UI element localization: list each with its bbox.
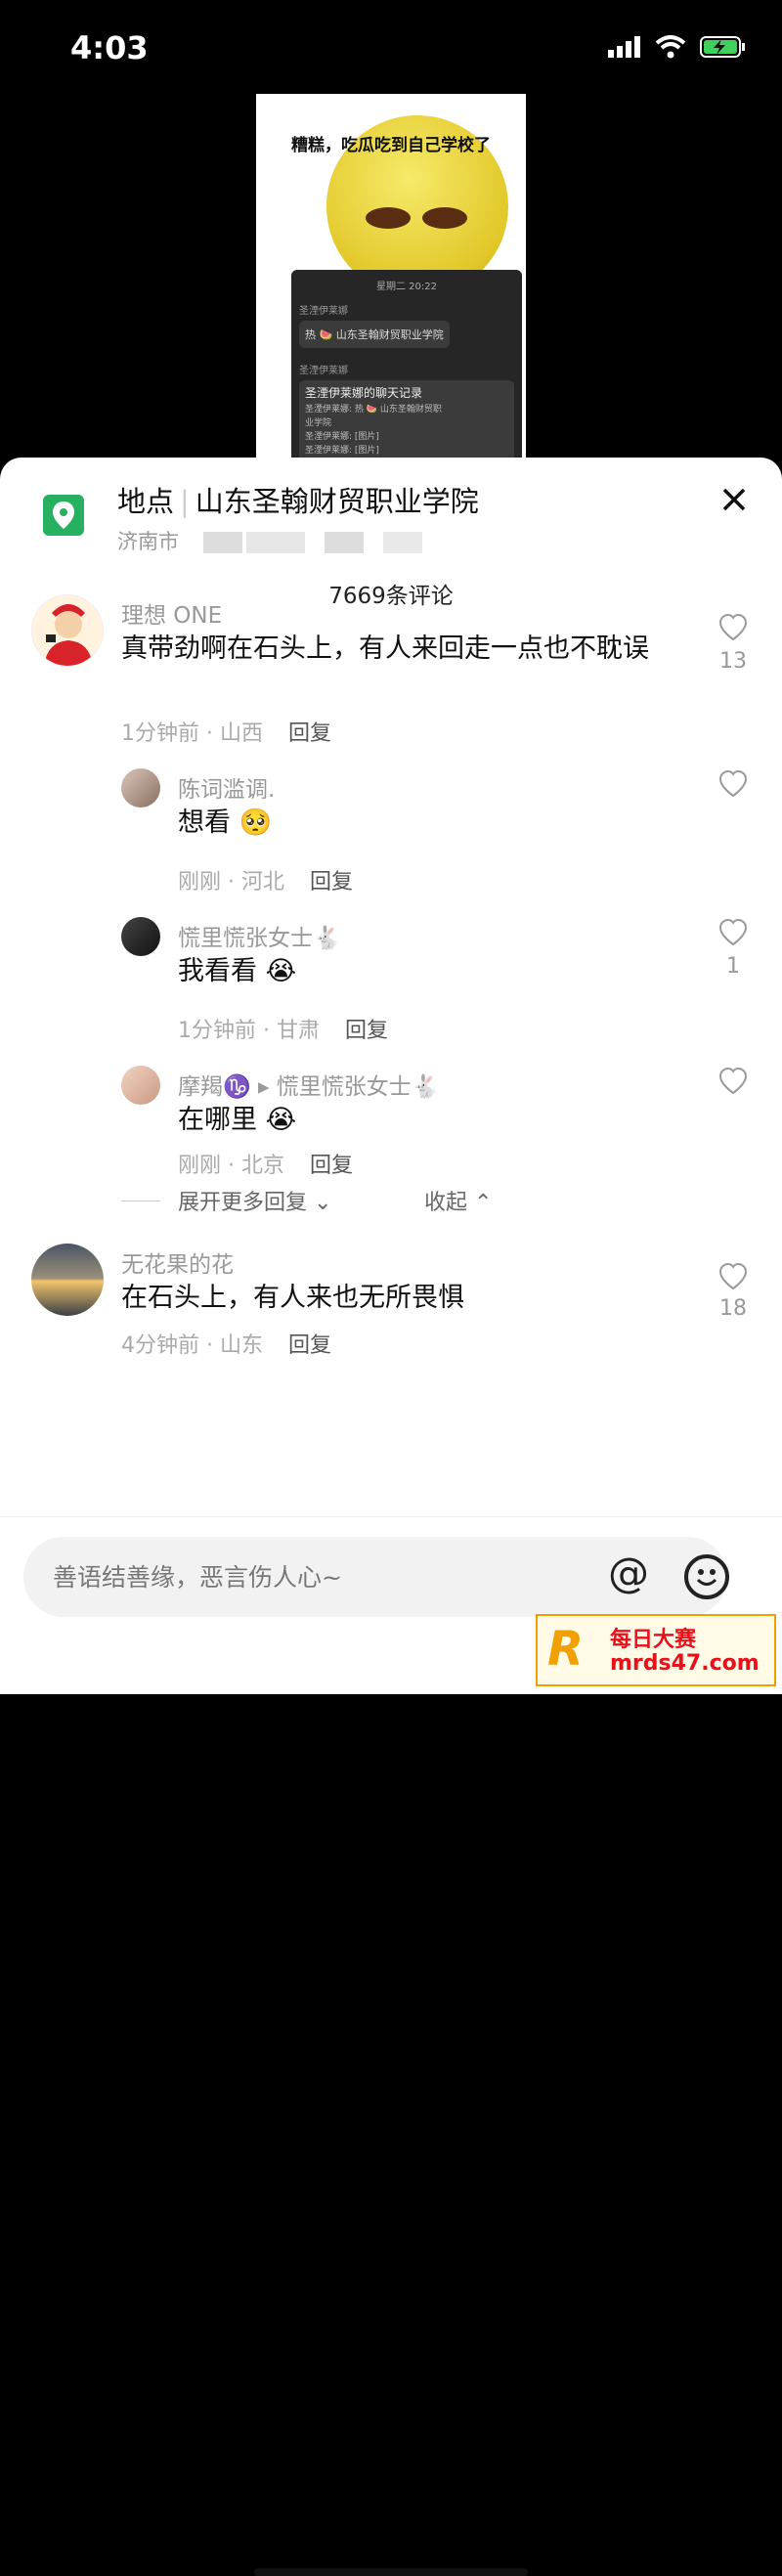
reply-button[interactable]: 回复 xyxy=(310,1154,353,1178)
avatar[interactable] xyxy=(121,917,160,956)
comment-username[interactable]: 慌里慌张女士🐇 xyxy=(178,919,341,952)
blurred-address xyxy=(202,532,242,553)
comment-input[interactable]: 善语结善缘，恶言伤人心~ @ xyxy=(23,1537,729,1617)
status-icons xyxy=(608,35,747,59)
comment-meta: 4分钟前 · 山东 回复 xyxy=(121,1328,331,1359)
comment-time: 刚刚 · 河北 xyxy=(178,870,284,895)
reply-button[interactable]: 回复 xyxy=(288,721,331,746)
location-city: 济南市 xyxy=(117,530,179,553)
location-name: 山东圣翰财贸职业学院 xyxy=(195,485,479,518)
battery-charging-icon xyxy=(700,36,745,58)
like-count: 13 xyxy=(719,649,747,674)
comment-time: 1分钟前 · 山西 xyxy=(121,721,263,746)
mention-at-icon[interactable]: @ xyxy=(608,1549,649,1596)
watermark-url: mrds47.com xyxy=(610,1651,760,1676)
wifi-icon xyxy=(655,35,686,59)
video-preview[interactable]: 糟糕，吃瓜吃到自己学校了 星期二 20:22 圣湮伊莱娜 热 🍉 山东圣翰财贸职… xyxy=(256,94,526,461)
chat-record-title: 圣湮伊莱娜的聊天记录 xyxy=(305,386,423,400)
expand-more-label: 展开更多回复 ⌄ xyxy=(178,1191,332,1215)
status-time: 4:03 xyxy=(70,29,149,66)
comment-username[interactable]: 摩羯♑️ ▸ 慌里慌张女士🐇 xyxy=(178,1068,439,1101)
chat-record-line: 业学院 xyxy=(305,418,332,428)
status-bar: 4:03 xyxy=(0,0,782,98)
blurred-address xyxy=(382,532,422,553)
chat-sender: 圣湮伊莱娜 xyxy=(299,366,348,376)
watermark-title: 每日大赛 xyxy=(610,1628,697,1652)
chat-sender: 圣湮伊莱娜 xyxy=(299,306,348,317)
home-indicator xyxy=(254,2568,528,2576)
comment-meta: 刚刚 · 河北 回复 xyxy=(178,864,353,895)
comment-meta: 刚刚 · 北京 回复 xyxy=(178,1148,353,1179)
watermark-r-logo: R xyxy=(547,1622,584,1677)
reply-to-username[interactable]: ▸ 慌里慌张女士🐇 xyxy=(258,1074,440,1100)
comment-username[interactable]: 陈词滥调. xyxy=(178,770,275,804)
comments-sheet: 地点 | 山东圣翰财贸职业学院 济南市 7669条评论 理想 ONE 真带劲啊在石头… xyxy=(0,458,782,2576)
avatar[interactable] xyxy=(31,1244,104,1316)
comment-input-placeholder: 善语结善缘，恶言伤人心~ xyxy=(53,1563,342,1592)
comment-username[interactable]: 理想 ONE xyxy=(121,596,222,630)
heart-icon[interactable] xyxy=(718,1263,748,1290)
watermark-logo: R 每日大赛 mrds47.com xyxy=(536,1614,776,1686)
heart-icon[interactable] xyxy=(718,919,748,946)
comment-text: 在哪里 😭 xyxy=(178,1105,297,1135)
comment-text: 我看看 😭 xyxy=(178,956,297,986)
heart-icon[interactable] xyxy=(718,1068,748,1095)
comment-time: 4分钟前 · 山东 xyxy=(121,1333,263,1358)
comment-username[interactable]: 无花果的花 xyxy=(121,1245,234,1279)
signal-icon xyxy=(608,36,640,58)
blurred-address xyxy=(245,532,305,553)
chat-record-line: 圣湮伊莱娜: 热 🍉 山东圣翰财贸职 xyxy=(305,405,442,415)
reply-username[interactable]: 摩羯♑️ xyxy=(178,1074,251,1100)
location-label: 地点 xyxy=(117,485,175,518)
emoji-smile-icon[interactable] xyxy=(684,1554,729,1599)
collapse-replies[interactable]: 收起 ⌃ xyxy=(424,1185,492,1216)
location-address: 济南市 xyxy=(117,526,422,555)
comment-text: 想看 🥺 xyxy=(178,808,273,838)
comment-time: 刚刚 · 北京 xyxy=(178,1154,284,1178)
chat-hot-message: 热 🍉 山东圣翰财贸职业学院 xyxy=(299,321,450,348)
comment-time: 1分钟前 · 甘肃 xyxy=(178,1019,320,1043)
location-title[interactable]: 地点 | 山东圣翰财贸职业学院 xyxy=(117,479,479,520)
close-icon[interactable] xyxy=(719,485,749,514)
chat-record-line: 圣湮伊莱娜: [图片] xyxy=(305,446,379,456)
reply-button[interactable]: 回复 xyxy=(288,1333,331,1358)
chat-record-card: 圣湮伊莱娜的聊天记录 圣湮伊莱娜: 热 🍉 山东圣翰财贸职 业学院 圣湮伊莱娜:… xyxy=(299,380,514,461)
chat-record-line: 圣湮伊莱娜: [图片] xyxy=(305,432,379,442)
avatar[interactable] xyxy=(121,768,160,808)
reply-button[interactable]: 回复 xyxy=(345,1019,388,1043)
location-pin-icon xyxy=(43,495,84,536)
avatar[interactable] xyxy=(31,594,104,667)
blurred-address xyxy=(324,532,364,553)
like-count: 1 xyxy=(726,954,740,979)
video-caption: 糟糕，吃瓜吃到自己学校了 xyxy=(291,136,491,155)
heart-icon[interactable] xyxy=(718,614,748,641)
chat-time: 星期二 20:22 xyxy=(376,282,437,292)
emoji-eye-left xyxy=(366,207,411,229)
emoji-eye-right xyxy=(422,207,467,229)
reply-button[interactable]: 回复 xyxy=(310,870,353,895)
comment-count: 7669条评论 xyxy=(328,584,454,609)
comment-meta: 1分钟前 · 甘肃 回复 xyxy=(178,1013,388,1044)
comment-text: 真带劲啊在石头上，有人来回走一点也不耽误 xyxy=(121,633,649,664)
comment-text: 在石头上，有人来也无所畏惧 xyxy=(121,1283,464,1313)
comment-meta: 1分钟前 · 山西 回复 xyxy=(121,716,331,747)
like-count: 18 xyxy=(719,1296,747,1321)
avatar[interactable] xyxy=(121,1066,160,1105)
chat-screenshot: 星期二 20:22 圣湮伊莱娜 热 🍉 山东圣翰财贸职业学院 圣湮伊莱娜 圣湮伊… xyxy=(291,270,522,461)
expand-more-replies[interactable]: 展开更多回复 ⌄ xyxy=(121,1185,331,1216)
heart-icon[interactable] xyxy=(718,770,748,798)
